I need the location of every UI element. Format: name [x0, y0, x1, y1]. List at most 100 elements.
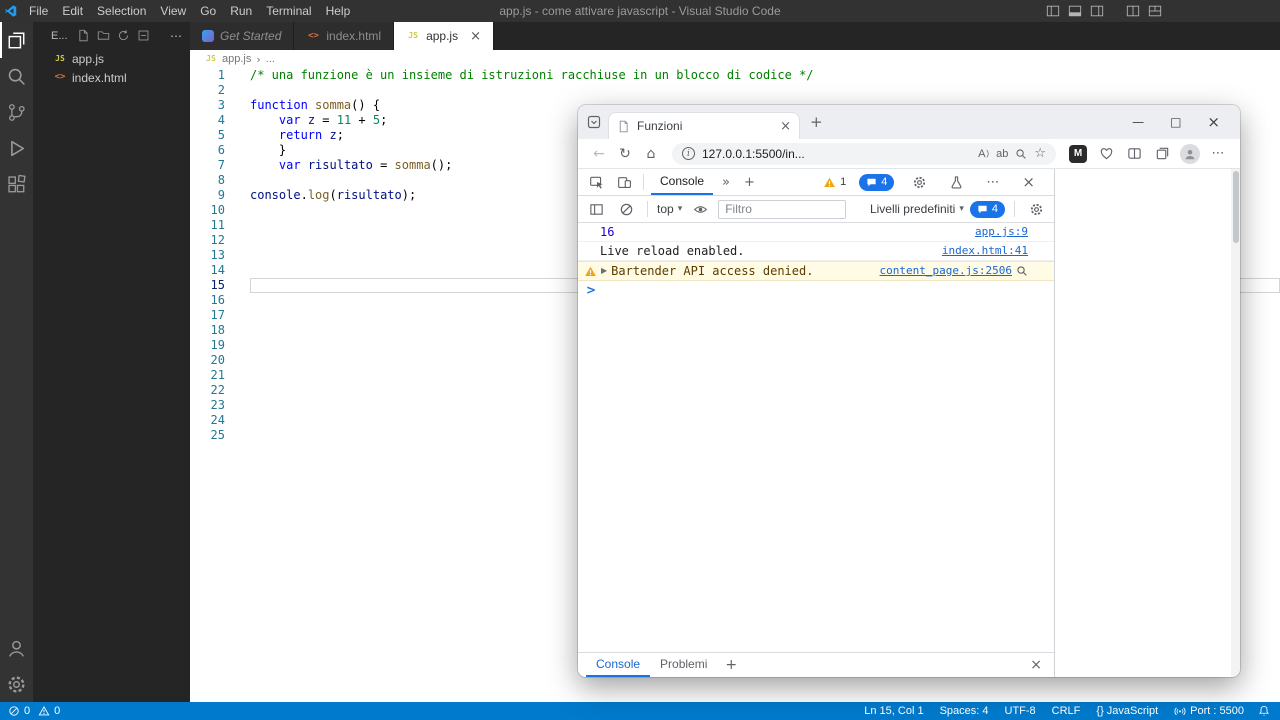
expand-icon[interactable]: ▶ — [601, 262, 607, 280]
explorer-more-actions-icon[interactable]: ⋯ — [170, 29, 182, 43]
line-number[interactable]: 11 — [190, 218, 225, 233]
line-number[interactable]: 5 — [190, 128, 225, 143]
menu-selection[interactable]: Selection — [90, 0, 153, 22]
close-devtools-icon[interactable]: × — [1017, 173, 1040, 191]
notifications-bell-icon[interactable] — [1258, 705, 1270, 717]
refresh-explorer-icon[interactable] — [117, 29, 130, 42]
close-tab-icon[interactable]: × — [470, 29, 481, 44]
source-link[interactable]: content_page.js:2506 — [880, 262, 1012, 280]
menu-edit[interactable]: Edit — [55, 0, 90, 22]
editor-tab-get-started[interactable]: Get Started — [190, 22, 294, 50]
line-number[interactable]: 3 — [190, 98, 225, 113]
code-line-2[interactable]: 2 — [190, 83, 1280, 98]
maximize-button[interactable]: □ — [1170, 115, 1181, 129]
inspect-element-icon[interactable] — [584, 175, 608, 190]
status-ln-15-col-1[interactable]: Ln 15, Col 1 — [864, 705, 923, 717]
new-tab-button[interactable]: + — [810, 113, 823, 131]
activity-run-debug-icon[interactable] — [0, 130, 33, 166]
source-link[interactable]: index.html:41 — [942, 242, 1028, 260]
close-drawer-icon[interactable]: × — [1030, 657, 1042, 673]
editor-layout-icon[interactable] — [1126, 4, 1140, 18]
add-devtools-tab-icon[interactable]: + — [739, 175, 760, 190]
editor-tab-app-js[interactable]: JSapp.js× — [394, 22, 494, 50]
activity-explorer-icon[interactable] — [0, 22, 33, 58]
console-filter-input[interactable] — [718, 200, 846, 219]
line-number[interactable]: 21 — [190, 368, 225, 383]
problems-status[interactable]: 0 0 — [8, 705, 60, 717]
line-number[interactable]: 20 — [190, 353, 225, 368]
browser-more-menu-icon[interactable]: ⋯ — [1204, 146, 1232, 161]
back-icon[interactable]: ← — [586, 146, 612, 162]
zoom-icon[interactable] — [1015, 148, 1027, 160]
line-number[interactable]: 6 — [190, 143, 225, 158]
line-number[interactable]: 17 — [190, 308, 225, 323]
drawer-tab-problemi[interactable]: Problemi — [650, 653, 717, 677]
account-icon[interactable] — [0, 630, 33, 666]
line-number[interactable]: 13 — [190, 248, 225, 263]
clear-console-icon[interactable] — [614, 202, 638, 217]
activity-source-control-icon[interactable] — [0, 94, 33, 130]
browser-tab[interactable]: Funzioni × — [608, 112, 800, 139]
profile-avatar[interactable] — [1176, 144, 1204, 164]
log-levels-selector[interactable]: Livelli predefiniti ▾ — [870, 202, 964, 216]
address-bar[interactable]: i 127.0.0.1:5500/in... A) ab ☆ — [672, 143, 1056, 165]
code-line-1[interactable]: 1/* una funzione è un insieme di istruzi… — [190, 68, 1280, 83]
line-number[interactable]: 2 — [190, 83, 225, 98]
line-number[interactable]: 25 — [190, 428, 225, 443]
new-file-icon[interactable] — [77, 29, 90, 42]
status-javascript[interactable]: {} JavaScript — [1096, 705, 1158, 717]
line-number[interactable]: 10 — [190, 203, 225, 218]
activity-search-icon[interactable] — [0, 58, 33, 94]
breadcrumb-more[interactable]: ... — [266, 53, 275, 65]
menu-go[interactable]: Go — [193, 0, 223, 22]
minimize-button[interactable]: — — [1132, 115, 1144, 129]
breadcrumb-file[interactable]: app.js — [222, 53, 251, 65]
customize-layout-icon[interactable] — [1148, 4, 1162, 18]
devtools-tab-console[interactable]: Console — [651, 169, 713, 195]
collections-icon[interactable] — [1148, 146, 1176, 161]
toggle-secondary-sidebar-icon[interactable] — [1090, 4, 1104, 18]
close-window-button[interactable]: × — [1207, 113, 1220, 131]
line-number[interactable]: 22 — [190, 383, 225, 398]
file-item-app-js[interactable]: JSapp.js — [33, 49, 190, 68]
toggle-panel-icon[interactable] — [1068, 4, 1082, 18]
source-link[interactable]: app.js:9 — [975, 223, 1028, 241]
live-expression-eye-icon[interactable] — [688, 202, 712, 217]
new-folder-icon[interactable] — [97, 29, 110, 42]
line-number[interactable]: 7 — [190, 158, 225, 173]
context-selector[interactable]: top ▾ — [657, 202, 682, 216]
scrollbar-thumb[interactable] — [1233, 171, 1239, 243]
line-number[interactable]: 15 — [190, 278, 225, 293]
read-aloud-icon[interactable]: A) — [978, 148, 989, 160]
editor-tab-index-html[interactable]: <>index.html — [294, 22, 394, 50]
line-number[interactable]: 24 — [190, 413, 225, 428]
collapse-folders-icon[interactable] — [137, 29, 150, 42]
more-tabs-icon[interactable]: » — [717, 175, 735, 190]
devtools-settings-gear-icon[interactable] — [907, 175, 931, 190]
console-sidebar-icon[interactable] — [584, 202, 608, 217]
search-in-file-icon[interactable] — [1016, 265, 1028, 277]
translate-icon[interactable]: ab — [996, 148, 1008, 160]
menu-terminal[interactable]: Terminal — [259, 0, 318, 22]
status-spaces-4[interactable]: Spaces: 4 — [940, 705, 989, 717]
page-scrollbar[interactable] — [1231, 169, 1240, 677]
extension-m-icon[interactable]: M — [1064, 145, 1092, 163]
line-number[interactable]: 23 — [190, 398, 225, 413]
drawer-tab-console[interactable]: Console — [586, 653, 650, 677]
toggle-sidebar-icon[interactable] — [1046, 4, 1060, 18]
line-number[interactable]: 18 — [190, 323, 225, 338]
messages-badge[interactable]: 4 — [859, 174, 894, 191]
url-text[interactable]: 127.0.0.1:5500/in... — [702, 147, 971, 161]
browser-essentials-icon[interactable] — [1092, 146, 1120, 161]
settings-gear-icon[interactable] — [0, 666, 33, 702]
tab-actions-icon[interactable] — [586, 114, 602, 130]
close-browser-tab-icon[interactable]: × — [780, 119, 791, 134]
home-icon[interactable]: ⌂ — [638, 146, 664, 162]
activity-extensions-icon[interactable] — [0, 166, 33, 202]
status-utf-8[interactable]: UTF-8 — [1005, 705, 1036, 717]
status-crlf[interactable]: CRLF — [1052, 705, 1081, 717]
menu-view[interactable]: View — [153, 0, 193, 22]
menu-help[interactable]: Help — [319, 0, 358, 22]
experiments-icon[interactable] — [944, 175, 968, 190]
warnings-badge[interactable]: 1 — [823, 176, 846, 189]
